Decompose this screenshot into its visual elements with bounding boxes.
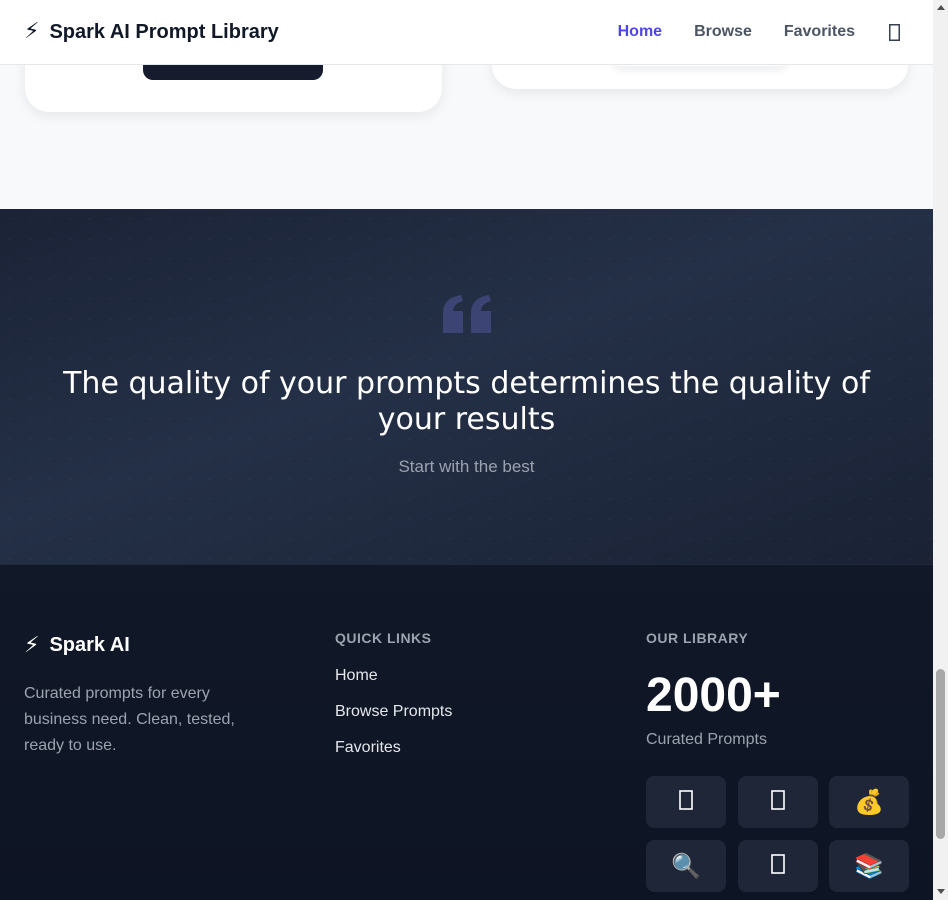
scroll-down-icon[interactable] <box>936 887 945 895</box>
missing-glyph-icon <box>771 788 785 816</box>
scrollbar-thumb[interactable] <box>936 669 945 839</box>
quote-text: The quality of your prompts determines t… <box>63 366 870 437</box>
scroll-up-icon[interactable] <box>936 3 945 11</box>
footer-link-browse[interactable]: Browse Prompts <box>335 703 452 721</box>
quick-links-heading: QUICK LINKS <box>335 630 432 646</box>
lightning-icon: ⚡ <box>24 19 40 44</box>
main-nav: Home Browse Favorites <box>618 0 933 64</box>
brand-logo[interactable]: ⚡ Spark AI Prompt Library <box>24 21 279 44</box>
money-bag-icon: 💰 <box>854 788 884 816</box>
category-tile[interactable] <box>646 776 726 828</box>
footer-brand-name: Spark AI <box>49 634 130 656</box>
brand-name: Spark AI Prompt Library <box>49 20 279 43</box>
nav-favorites[interactable]: Favorites <box>784 23 855 41</box>
nav-home[interactable]: Home <box>618 23 662 41</box>
category-tile[interactable]: 📚 <box>829 840 909 892</box>
category-tile[interactable]: 🔍 <box>646 840 726 892</box>
theme-toggle-icon[interactable] <box>887 23 901 41</box>
library-stat-value: 2000+ <box>646 669 781 722</box>
quote-mark-icon <box>443 295 491 333</box>
magnifier-icon: 🔍 <box>671 852 701 880</box>
missing-glyph-icon <box>679 788 693 816</box>
books-icon: 📚 <box>854 852 884 880</box>
nav-browse[interactable]: Browse <box>694 23 752 41</box>
category-tile[interactable] <box>738 840 818 892</box>
top-navbar: ⚡ Spark AI Prompt Library Home Browse Fa… <box>0 0 933 65</box>
footer-description: Curated prompts for every business need.… <box>24 685 235 754</box>
library-stat-label: Curated Prompts <box>646 731 767 748</box>
footer-brand[interactable]: ⚡ Spark AI <box>24 634 130 657</box>
category-tile[interactable] <box>738 776 818 828</box>
lightning-icon: ⚡ <box>24 632 40 658</box>
category-tile[interactable]: 💰 <box>829 776 909 828</box>
footer-link-favorites[interactable]: Favorites <box>335 739 401 757</box>
footer-link-home[interactable]: Home <box>335 667 378 685</box>
library-heading: OUR LIBRARY <box>646 630 749 646</box>
quote-subtitle: Start with the best <box>398 457 535 476</box>
missing-glyph-icon <box>771 852 785 880</box>
